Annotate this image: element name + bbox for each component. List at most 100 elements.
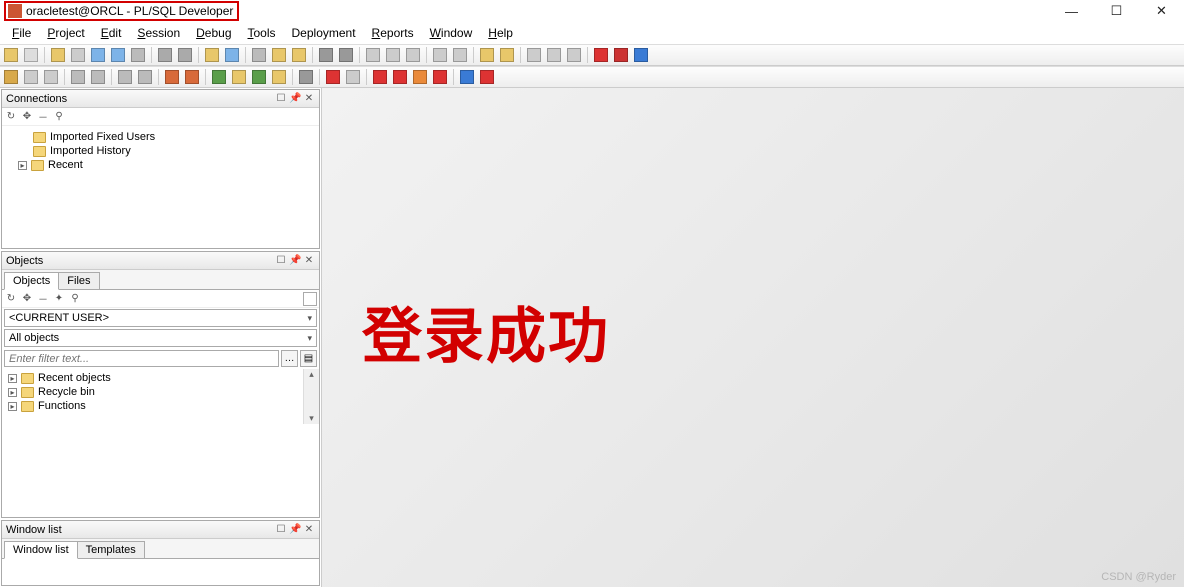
toolbar-button[interactable] xyxy=(2,68,20,86)
toolbar-button[interactable] xyxy=(411,68,429,86)
tab-templates[interactable]: Templates xyxy=(77,541,145,558)
menu-help[interactable]: Help xyxy=(482,24,519,42)
panel-restore-icon[interactable]: ☐ xyxy=(275,524,287,535)
toolbar-button[interactable] xyxy=(525,46,543,64)
panel-close-icon[interactable]: ✕ xyxy=(303,93,315,104)
toolbar-button[interactable] xyxy=(632,46,650,64)
toolbar-button[interactable] xyxy=(498,46,516,64)
objects-tree[interactable]: ▸Recent objects▸Recycle bin▸Functions ▴▾ xyxy=(2,369,319,424)
filter-more-button[interactable]: … xyxy=(281,350,298,367)
menu-edit[interactable]: Edit xyxy=(95,24,128,42)
toolbar-button[interactable] xyxy=(210,68,228,86)
toolbar-button[interactable] xyxy=(203,46,221,64)
toolbar-button[interactable] xyxy=(364,46,382,64)
toolbar-button[interactable] xyxy=(337,46,355,64)
toolbar-button[interactable] xyxy=(545,46,563,64)
toolbar-button[interactable] xyxy=(431,68,449,86)
panel-restore-icon[interactable]: ☐ xyxy=(275,93,287,104)
connections-tree[interactable]: Imported Fixed UsersImported History▸Rec… xyxy=(2,126,319,248)
tree-item[interactable]: ▸Recent objects xyxy=(6,371,297,385)
filter-apply-button[interactable]: ▤ xyxy=(300,350,317,367)
menu-debug[interactable]: Debug xyxy=(190,24,237,42)
refresh-icon[interactable]: ↻ xyxy=(4,110,18,124)
tree-item[interactable]: ▸Recent xyxy=(6,158,315,172)
panel-close-icon[interactable]: ✕ xyxy=(303,255,315,266)
tab-objects[interactable]: Objects xyxy=(4,272,59,290)
toolbar-button[interactable] xyxy=(42,68,60,86)
toolbar-button[interactable] xyxy=(129,46,147,64)
toolbar-button[interactable] xyxy=(49,46,67,64)
expand-icon[interactable]: ▸ xyxy=(18,161,27,170)
toolbar-button[interactable] xyxy=(22,46,40,64)
expand-icon[interactable]: ▸ xyxy=(8,374,17,383)
menu-window[interactable]: Window xyxy=(424,24,479,42)
toolbar-button[interactable] xyxy=(116,68,134,86)
menu-reports[interactable]: Reports xyxy=(366,24,420,42)
toolbar-button[interactable] xyxy=(250,46,268,64)
toolbar-button[interactable] xyxy=(183,68,201,86)
menu-file[interactable]: File xyxy=(6,24,37,42)
toolbar-button[interactable] xyxy=(230,68,248,86)
current-user-combo[interactable]: <CURRENT USER> ▾ xyxy=(4,309,317,327)
toolbar-button[interactable] xyxy=(69,46,87,64)
toolbar-button[interactable] xyxy=(458,68,476,86)
toolbar-button[interactable] xyxy=(451,46,469,64)
scrollbar[interactable]: ▴▾ xyxy=(303,369,319,424)
refresh-icon[interactable]: ↻ xyxy=(4,292,18,306)
toolbar-button[interactable] xyxy=(478,68,496,86)
toolbar-button[interactable] xyxy=(384,46,402,64)
toolbar-button[interactable] xyxy=(270,46,288,64)
toolbar-button[interactable] xyxy=(250,68,268,86)
toolbar-button[interactable] xyxy=(176,46,194,64)
toolbar-button[interactable] xyxy=(371,68,389,86)
close-button[interactable]: ✕ xyxy=(1139,0,1184,22)
panel-close-icon[interactable]: ✕ xyxy=(303,524,315,535)
menu-deployment[interactable]: Deployment xyxy=(286,24,362,42)
toolbar-button[interactable] xyxy=(89,68,107,86)
toolbar-button[interactable] xyxy=(592,46,610,64)
tree-item[interactable]: Imported History xyxy=(6,144,315,158)
maximize-button[interactable]: ☐ xyxy=(1094,0,1139,22)
panel-pin-icon[interactable]: 📌 xyxy=(289,93,301,104)
toolbar-button[interactable] xyxy=(163,68,181,86)
menu-session[interactable]: Session xyxy=(131,24,186,42)
toolbar-button[interactable] xyxy=(2,46,20,64)
toolbar-button[interactable] xyxy=(324,68,342,86)
toolbar-button[interactable] xyxy=(431,46,449,64)
panel-pin-icon[interactable]: 📌 xyxy=(289,524,301,535)
toolbar-button[interactable] xyxy=(22,68,40,86)
link-icon[interactable]: ⚲ xyxy=(52,110,66,124)
link-icon[interactable]: ⚲ xyxy=(68,292,82,306)
expand-icon[interactable]: ▸ xyxy=(8,388,17,397)
toolbar-button[interactable] xyxy=(109,46,127,64)
menu-project[interactable]: Project xyxy=(41,24,90,42)
minimize-button[interactable]: — xyxy=(1049,0,1094,22)
tree-item[interactable]: Imported Fixed Users xyxy=(6,130,315,144)
toolbar-button[interactable] xyxy=(290,46,308,64)
toolbar-button[interactable] xyxy=(270,68,288,86)
toolbar-button[interactable] xyxy=(223,46,241,64)
toolbar-button[interactable] xyxy=(136,68,154,86)
toolbar-button[interactable] xyxy=(344,68,362,86)
toolbar-button[interactable] xyxy=(404,46,422,64)
toolbar-button[interactable] xyxy=(89,46,107,64)
filter-input[interactable] xyxy=(4,350,279,367)
tab-files[interactable]: Files xyxy=(58,272,99,289)
expand-icon[interactable]: ▸ xyxy=(8,402,17,411)
toolbar-button[interactable] xyxy=(391,68,409,86)
toolbar-button[interactable] xyxy=(156,46,174,64)
toolbar-button[interactable] xyxy=(317,46,335,64)
objects-checkbox[interactable] xyxy=(303,292,317,306)
minus-icon[interactable]: － xyxy=(36,110,50,124)
star-icon[interactable]: ✦ xyxy=(52,292,66,306)
minus-icon[interactable]: － xyxy=(36,292,50,306)
add-icon[interactable]: ✥ xyxy=(20,110,34,124)
toolbar-button[interactable] xyxy=(69,68,87,86)
toolbar-button[interactable] xyxy=(612,46,630,64)
add-icon[interactable]: ✥ xyxy=(20,292,34,306)
panel-restore-icon[interactable]: ☐ xyxy=(275,255,287,266)
toolbar-button[interactable] xyxy=(565,46,583,64)
toolbar-button[interactable] xyxy=(297,68,315,86)
panel-pin-icon[interactable]: 📌 xyxy=(289,255,301,266)
toolbar-button[interactable] xyxy=(478,46,496,64)
